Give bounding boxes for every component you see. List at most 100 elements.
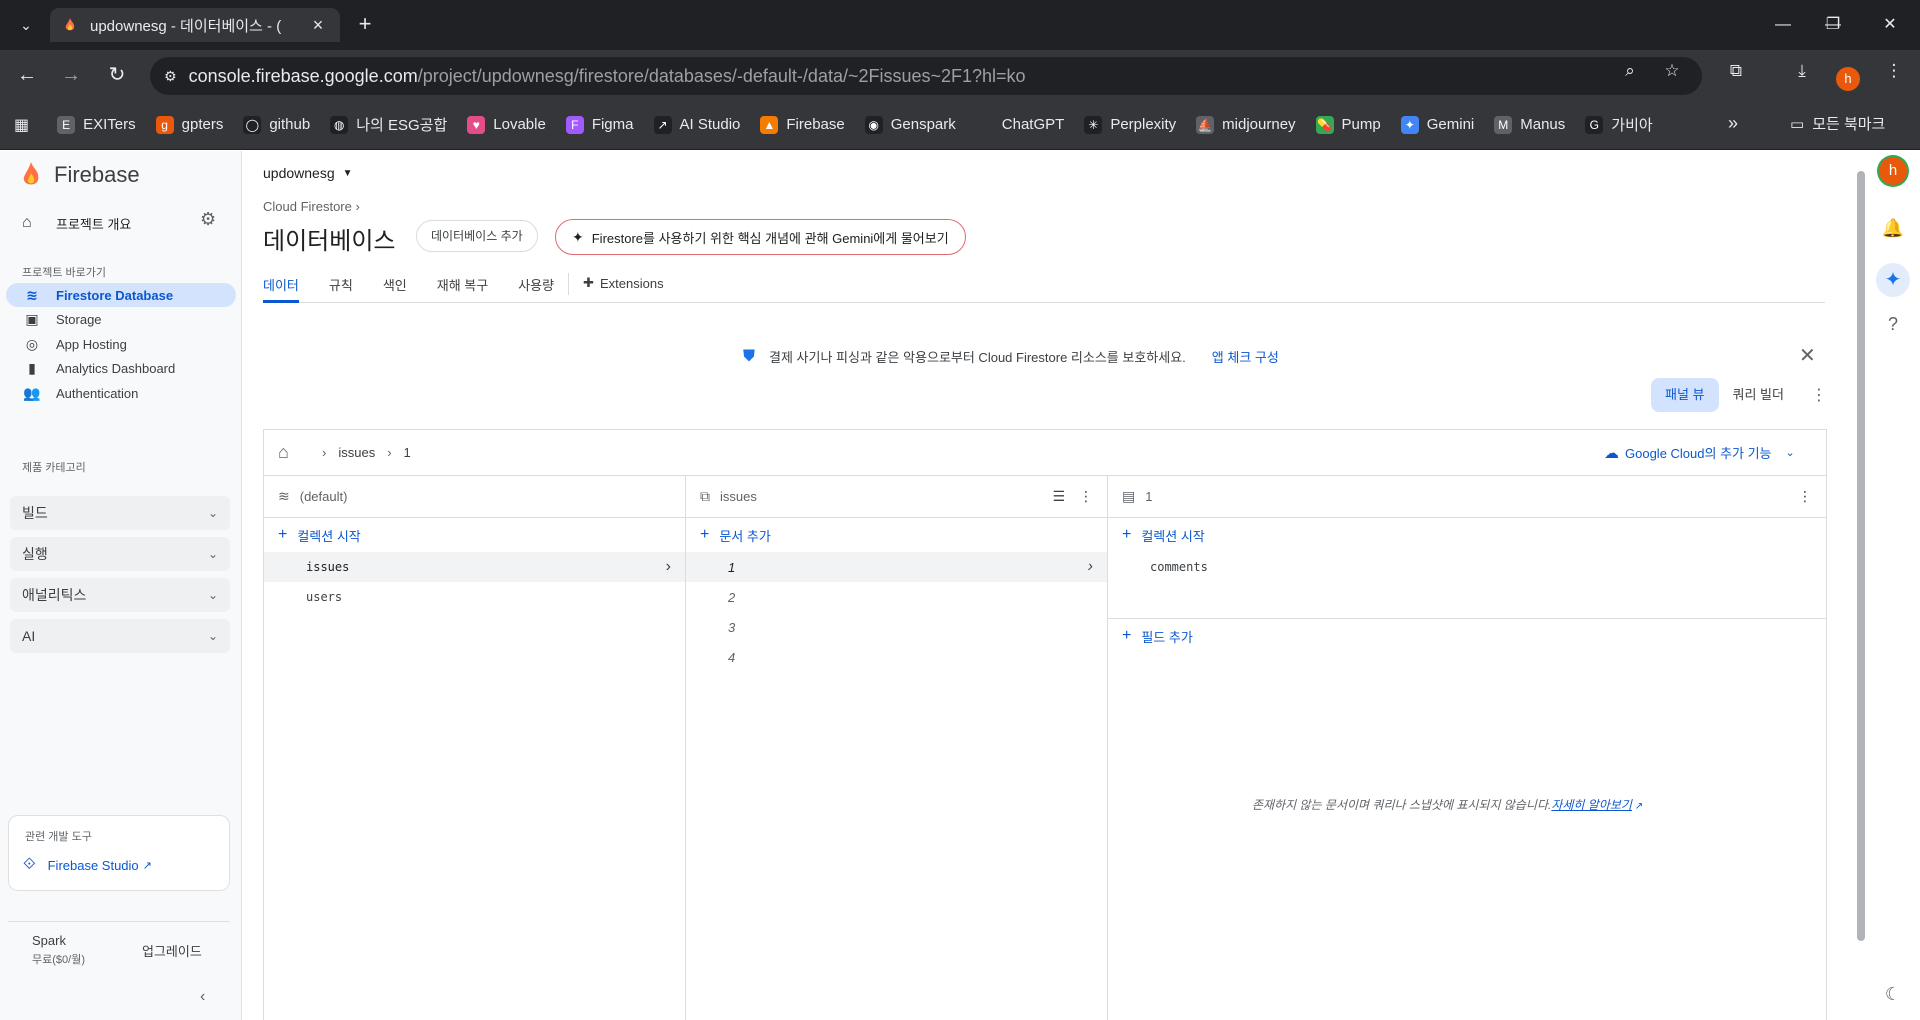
help-icon[interactable]: ? (1880, 311, 1906, 337)
collapse-sidebar-icon[interactable]: ‹ (200, 988, 205, 1006)
document-row[interactable]: 3 (686, 612, 1107, 642)
bookmark-item[interactable]: g gpters (155, 115, 223, 134)
sidebar-category[interactable]: 애널리틱스 ⌄ (10, 578, 230, 612)
notifications-bell-icon[interactable]: 🔔 (1880, 215, 1906, 241)
tab-1[interactable]: 규칙 (329, 269, 353, 303)
site-info-icon[interactable]: ⚙ (164, 68, 177, 85)
forward-icon[interactable]: → (58, 63, 84, 89)
upgrade-button[interactable]: 업그레이드 (142, 941, 202, 960)
browser-profile-avatar[interactable]: h (1836, 67, 1860, 91)
tab-4[interactable]: 사용량 (518, 269, 554, 303)
path-segment-document[interactable]: 1 (404, 445, 411, 460)
subcollection-row-label: comments (1150, 560, 1208, 574)
home-path-icon[interactable]: ⌂ (278, 442, 289, 463)
bookmark-item[interactable]: F Figma (565, 115, 634, 134)
bookmark-item[interactable]: G 가비아 (1585, 114, 1653, 135)
bookmark-icon: ↗ (653, 115, 672, 134)
app-check-link[interactable]: 앱 체크 구성 (1212, 347, 1279, 366)
browser-menu-icon[interactable]: ⋮ (1884, 61, 1904, 81)
sidebar-item[interactable]: ▮ Analytics Dashboard (6, 357, 236, 381)
bookmark-item[interactable]: ✦ Gemini (1400, 115, 1474, 134)
sidebar-category-label: AI (22, 628, 36, 644)
page-scrollbar[interactable] (1855, 161, 1865, 1006)
path-segment-collection[interactable]: issues (338, 445, 375, 460)
collection-more-icon[interactable]: ⋮ (1079, 488, 1093, 505)
tab-0[interactable]: 데이터 (263, 269, 299, 303)
breadcrumb[interactable]: Cloud Firestore › (263, 199, 360, 214)
close-tab-icon[interactable]: × (308, 15, 328, 36)
document-row[interactable]: 4 (686, 642, 1107, 672)
filter-icon[interactable]: ☰ (1052, 488, 1065, 505)
sidebar-category[interactable]: AI ⌄ (10, 619, 230, 653)
tab-3[interactable]: 재해 복구 (437, 269, 488, 303)
more-options-icon[interactable]: ⋮ (1811, 385, 1827, 405)
tab-extensions[interactable]: ✚ Extensions (583, 269, 664, 291)
minimize-window-icon[interactable]: — (1768, 12, 1798, 38)
bookmark-item[interactable]: ✳ Perplexity (1084, 115, 1176, 134)
bookmark-item[interactable]: ◉ Genspark (864, 115, 956, 134)
document-more-icon[interactable]: ⋮ (1798, 488, 1812, 505)
project-selector[interactable]: updownesg ▼ (263, 165, 353, 181)
bookmark-item[interactable]: E EXITers (57, 115, 136, 134)
add-field-button[interactable]: + 필드 추가 (1108, 619, 1826, 653)
bookmark-item[interactable]: ▲ Firebase (760, 115, 845, 134)
address-bar[interactable]: ⚙ console.firebase.google.com/project/up… (150, 57, 1702, 95)
extensions-icon[interactable]: ⧉ (1726, 61, 1746, 81)
sidebar-item[interactable]: ▣ Storage (6, 308, 236, 332)
close-window-icon[interactable]: ✕ (1875, 12, 1905, 38)
gemini-rail-icon[interactable]: ✦ (1876, 263, 1910, 297)
learn-more-link[interactable]: 자세히 알아보기 (1551, 798, 1632, 812)
home-icon: ⌂ (22, 214, 32, 231)
tab-2[interactable]: 색인 (383, 269, 407, 303)
query-builder-button[interactable]: 쿼리 빌더 (1719, 378, 1798, 412)
google-cloud-more-button[interactable]: ☁ Google Cloud의 추가 기능 ⌄ (1604, 443, 1795, 462)
apps-grid-icon[interactable]: ▦ (14, 115, 29, 135)
more-bookmarks-icon[interactable]: » (1728, 113, 1738, 134)
back-icon[interactable]: ← (14, 63, 40, 89)
reload-icon[interactable]: ↻ (104, 63, 130, 89)
collection-row[interactable]: users (264, 582, 685, 612)
collection-row[interactable]: issues › (264, 552, 685, 582)
add-document-button[interactable]: + 문서 추가 (686, 518, 1107, 552)
bookmark-icon: ◍ (330, 115, 349, 134)
bookmark-item[interactable]: ChatGPT (975, 115, 1064, 134)
bookmark-item[interactable]: ◍ 나의 ESG공합 (330, 114, 447, 135)
download-icon[interactable]: ⤓ (1792, 61, 1812, 81)
start-collection-button[interactable]: + 컬렉션 시작 (264, 518, 685, 552)
dev-tools-card: 관련 개발 도구 ⟐ Firebase Studio ↗ (8, 815, 230, 891)
document-row[interactable]: 2 (686, 582, 1107, 612)
sidebar-item[interactable]: 👥 Authentication (6, 381, 236, 405)
firebase-logo[interactable]: Firebase (20, 161, 140, 189)
restore-window-icon[interactable]: ❐ (1818, 12, 1848, 38)
bookmark-item[interactable]: ↗ AI Studio (653, 115, 740, 134)
browser-tab[interactable]: updownesg - 데이터베이스 - ( × (50, 8, 340, 42)
document-row[interactable]: 1 › (686, 552, 1107, 582)
zoom-icon[interactable]: ⌕ (1620, 61, 1640, 81)
scrollbar-thumb[interactable] (1857, 171, 1865, 941)
new-tab-icon[interactable]: + (352, 12, 378, 38)
bookmark-item[interactable]: ♥ Lovable (467, 115, 546, 134)
bookmark-item[interactable]: M Manus (1494, 115, 1565, 134)
sidebar-category[interactable]: 실행 ⌄ (10, 537, 230, 571)
sidebar-item[interactable]: ◎ App Hosting (6, 332, 236, 356)
collection-column-header: ⧉ issues ☰ ⋮ (686, 476, 1107, 518)
all-bookmarks-folder[interactable]: ▭ 모든 북마크 (1790, 113, 1885, 134)
bookmark-item[interactable]: ◯ github (243, 115, 310, 134)
document-column-header: ▤ 1 ⋮ (1108, 476, 1826, 518)
bookmark-star-icon[interactable]: ☆ (1662, 61, 1682, 81)
bookmark-item[interactable]: ⛵ midjourney (1196, 115, 1296, 134)
close-banner-icon[interactable]: ✕ (1799, 343, 1816, 368)
ask-gemini-button[interactable]: ✦ Firestore를 사용하기 위한 핵심 개념에 관해 Gemini에게 … (555, 219, 966, 255)
add-database-button[interactable]: 데이터베이스 추가 (416, 220, 538, 252)
account-avatar[interactable]: h (1879, 157, 1907, 185)
bookmark-item[interactable]: 💊 Pump (1315, 115, 1381, 134)
sidebar-category[interactable]: 빌드 ⌄ (10, 496, 230, 530)
tab-search-icon[interactable]: ⌄ (14, 13, 38, 37)
panel-view-button[interactable]: 패널 뷰 (1651, 378, 1719, 412)
settings-gear-icon[interactable]: ⚙ (200, 209, 216, 230)
firebase-studio-link[interactable]: ⟐ Firebase Studio ↗ (23, 856, 152, 874)
start-subcollection-button[interactable]: + 컬렉션 시작 (1108, 518, 1826, 552)
subcollection-row[interactable]: comments (1108, 552, 1826, 582)
dark-mode-moon-icon[interactable]: ☾ (1880, 981, 1906, 1007)
sidebar-item[interactable]: ≋ Firestore Database (6, 283, 236, 307)
